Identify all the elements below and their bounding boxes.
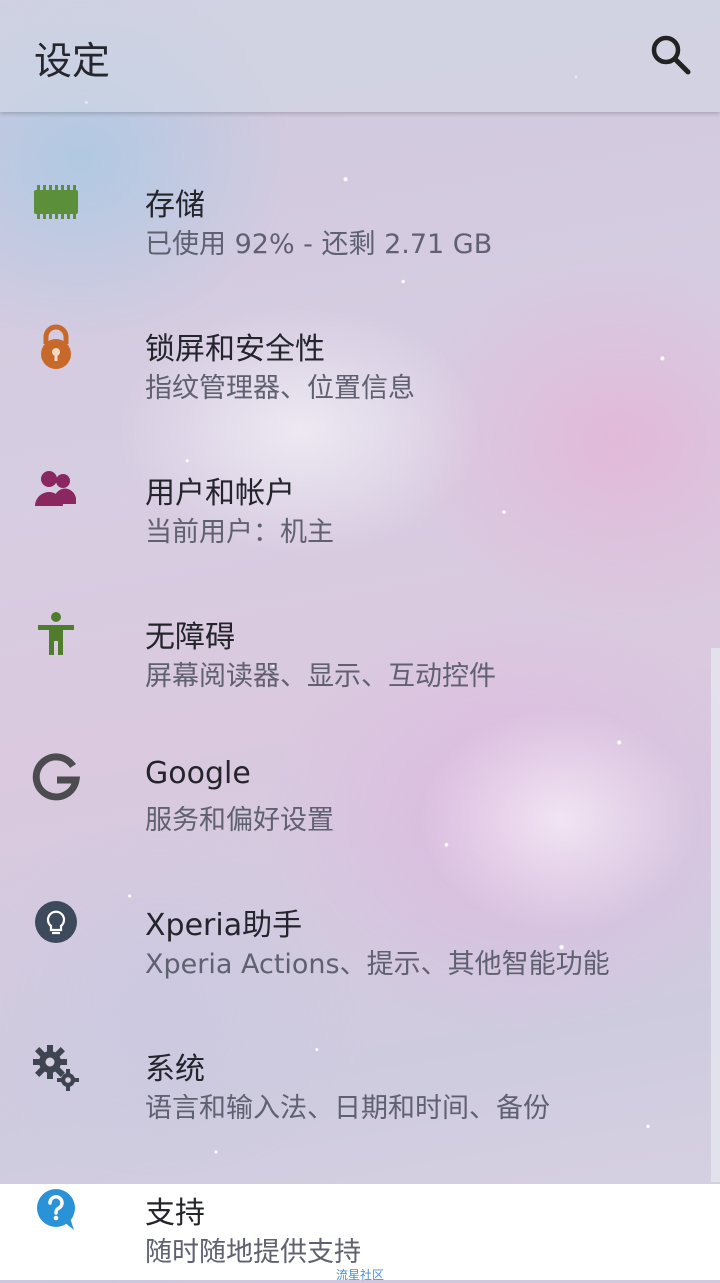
lightbulb-icon (30, 896, 82, 948)
settings-item-subtitle: Xperia Actions、提示、其他智能功能 (145, 949, 610, 980)
settings-item-users-accounts[interactable]: 用户和帐户 当前用户：机主 (0, 418, 720, 562)
settings-item-subtitle: 当前用户：机主 (145, 517, 334, 548)
settings-item-xperia-assistant[interactable]: Xperia助手 Xperia Actions、提示、其他智能功能 (0, 850, 720, 994)
settings-item-title: 锁屏和安全性 (145, 332, 325, 367)
settings-item-title: 支持 (145, 1196, 205, 1231)
settings-item-title: 无障碍 (145, 620, 235, 655)
settings-item-accessibility[interactable]: 无障碍 屏幕阅读器、显示、互动控件 (0, 562, 720, 706)
settings-item-subtitle: 随时随地提供支持 (145, 1237, 361, 1268)
settings-item-subtitle: 已使用 92% - 还剩 2.71 GB (145, 229, 493, 260)
settings-item-title: 用户和帐户 (145, 476, 295, 511)
settings-item-title: 存储 (145, 188, 205, 223)
settings-item-subtitle: 语言和输入法、日期和时间、备份 (145, 1093, 550, 1124)
accessibility-icon (30, 608, 82, 660)
settings-item-title: Google (145, 756, 251, 791)
google-g-icon (30, 752, 82, 804)
scrollbar[interactable] (711, 648, 720, 1182)
watermark-text: 流星社区 (335, 1268, 384, 1282)
gears-icon (30, 1040, 82, 1092)
search-icon (651, 35, 691, 75)
help-bubble-icon (30, 1184, 82, 1236)
settings-item-title: 系统 (145, 1052, 205, 1087)
app-bar: 设定 (0, 0, 720, 112)
memory-chip-icon (30, 176, 82, 228)
settings-item-storage[interactable]: 存储 已使用 92% - 还剩 2.71 GB (0, 130, 720, 274)
settings-item-system[interactable]: 系统 语言和输入法、日期和时间、备份 (0, 994, 720, 1138)
settings-item-support[interactable]: 支持 随时随地提供支持 (0, 1138, 720, 1282)
settings-item-title: Xperia助手 (145, 908, 303, 943)
settings-item-subtitle: 屏幕阅读器、显示、互动控件 (145, 661, 496, 692)
settings-item-google[interactable]: Google 服务和偏好设置 (0, 706, 720, 850)
users-icon (30, 464, 82, 516)
page-title: 设定 (34, 39, 111, 83)
settings-item-subtitle: 指纹管理器、位置信息 (145, 373, 415, 404)
settings-item-lock-security[interactable]: 锁屏和安全性 指纹管理器、位置信息 (0, 274, 720, 418)
settings-item-subtitle: 服务和偏好设置 (145, 805, 334, 836)
lock-icon (30, 320, 82, 372)
search-button[interactable] (646, 30, 696, 80)
